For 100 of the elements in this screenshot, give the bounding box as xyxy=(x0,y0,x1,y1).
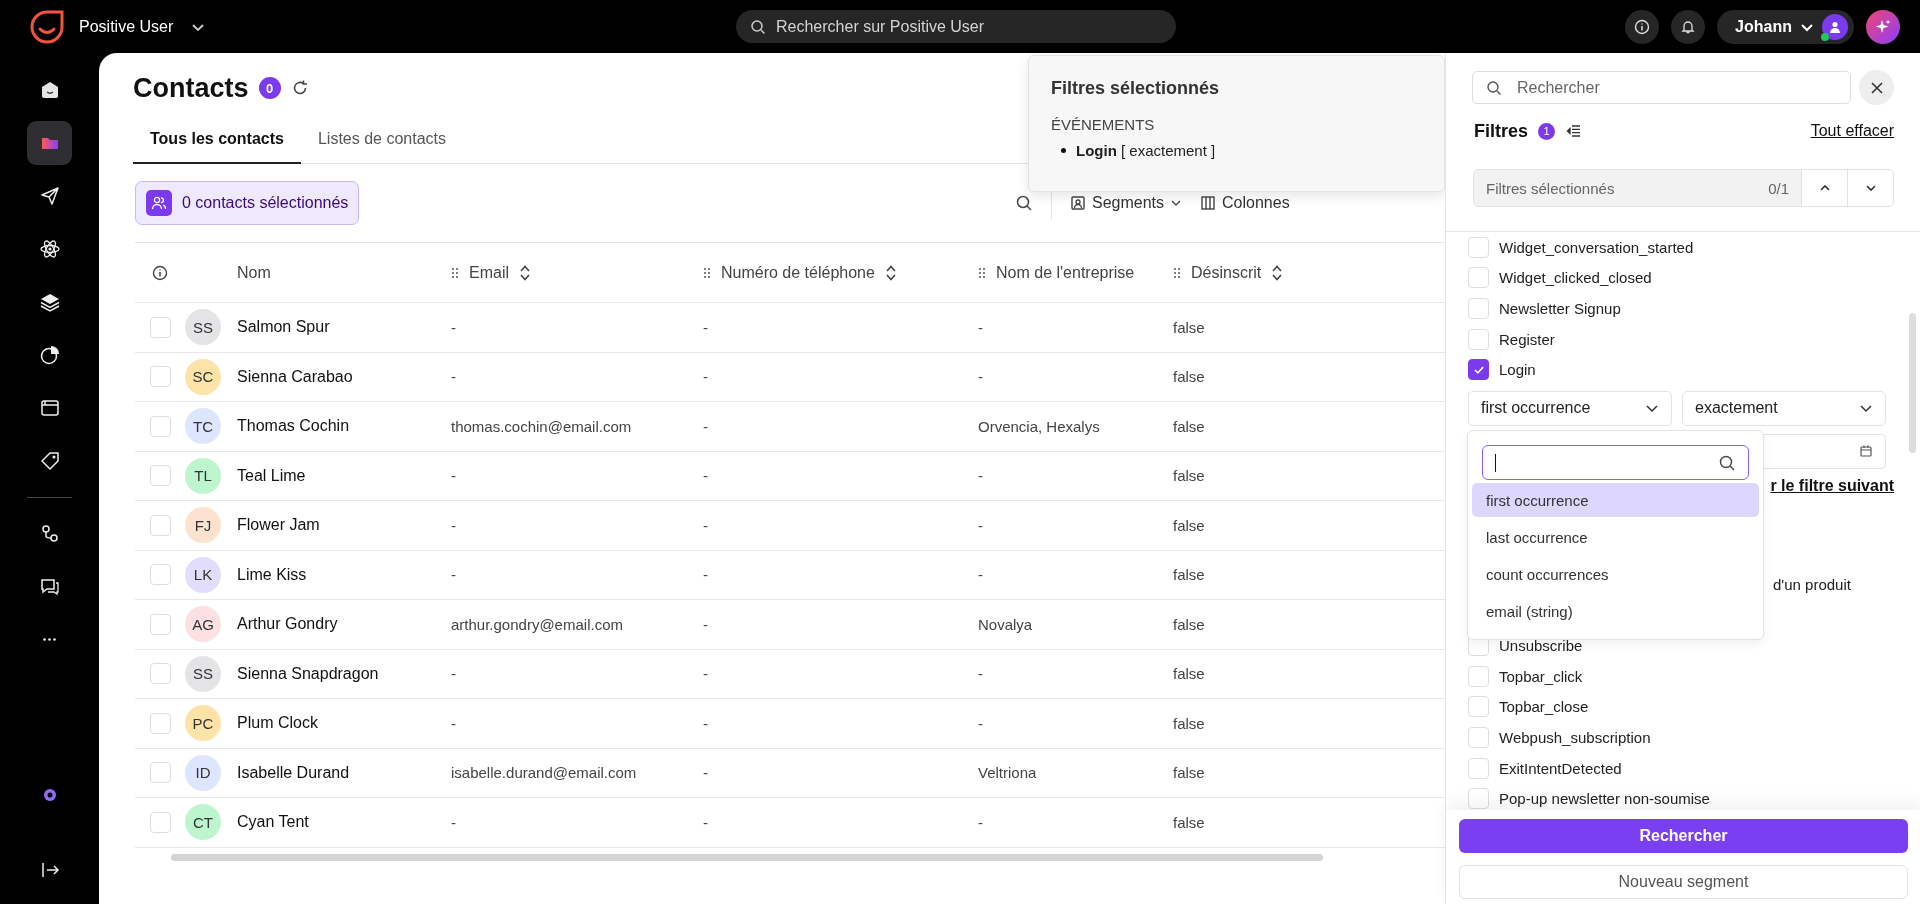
table-cell: - xyxy=(451,467,456,485)
row-checkbox[interactable] xyxy=(149,663,171,685)
table-cell: Flower Jam xyxy=(237,516,320,534)
drag-handle-icon[interactable] xyxy=(703,266,711,279)
table-cell: - xyxy=(978,566,983,584)
table-cell: false xyxy=(1173,615,1205,633)
column-header[interactable]: Désinscrit xyxy=(1191,263,1262,282)
column-header[interactable]: Email xyxy=(469,263,509,282)
table-cell: - xyxy=(703,714,708,732)
event-label: d'un produit xyxy=(1773,575,1851,593)
ai-assistant-button[interactable] xyxy=(1866,9,1900,44)
dropdown-option[interactable]: email (string) xyxy=(1472,594,1759,628)
table-cell: thomas.cochin@email.com xyxy=(451,417,632,435)
column-header[interactable]: Nom de l'entreprise xyxy=(996,263,1135,282)
table-cell: Salmon Spur xyxy=(237,318,330,336)
global-search-field[interactable]: Rechercher sur Positive User xyxy=(736,10,1176,43)
drag-handle-icon[interactable] xyxy=(978,266,986,279)
segments-dropdown[interactable]: Segments xyxy=(1070,194,1183,212)
bullet-icon xyxy=(1061,148,1066,153)
pie-icon xyxy=(38,344,61,366)
row-checkbox[interactable] xyxy=(149,564,171,586)
sort-icon[interactable] xyxy=(884,263,897,282)
tab[interactable]: Listes de contacts xyxy=(300,120,464,164)
table-cell: - xyxy=(703,417,708,435)
users-icon xyxy=(151,195,167,211)
row-checkbox[interactable] xyxy=(149,712,171,734)
table-cell: - xyxy=(703,566,708,584)
row-checkbox[interactable] xyxy=(149,762,171,784)
panel-title: Filtres xyxy=(1474,120,1529,142)
table-cell: false xyxy=(1173,813,1205,831)
table-cell: - xyxy=(703,615,708,633)
row-checkbox[interactable] xyxy=(149,465,171,487)
clear-all-link[interactable]: Tout effacer xyxy=(1810,122,1894,140)
new-segment-button[interactable]: Nouveau segment xyxy=(1459,865,1908,899)
dropdown-option[interactable]: count occurrences xyxy=(1472,557,1759,591)
scrollbar[interactable] xyxy=(171,853,1323,861)
row-checkbox[interactable] xyxy=(149,316,171,338)
table-cell: - xyxy=(978,467,983,485)
dropdown-option[interactable]: last occurrence xyxy=(1472,520,1759,554)
bell-icon xyxy=(1680,18,1697,35)
info-icon xyxy=(152,264,168,281)
row-checkbox[interactable] xyxy=(149,811,171,833)
collapse-list-icon[interactable] xyxy=(1565,123,1582,139)
table-cell: arthur.gondry@email.com xyxy=(451,615,623,633)
scrollbar[interactable] xyxy=(1909,313,1916,453)
search-button[interactable] xyxy=(1015,194,1033,212)
user-menu-button[interactable]: Johann xyxy=(1717,9,1854,44)
occurrence-select[interactable]: first occurrence xyxy=(1468,390,1672,426)
tab[interactable]: Tous les contacts xyxy=(133,120,301,164)
table-cell: Sienna Snapdragon xyxy=(237,664,379,682)
event-label: Newsletter Signup xyxy=(1499,300,1621,317)
column-header[interactable]: Numéro de téléphone xyxy=(721,263,875,282)
row-checkbox[interactable] xyxy=(149,613,171,635)
avatar: CT xyxy=(185,804,221,841)
next-filter-link[interactable]: r le filtre suivant xyxy=(1770,476,1894,495)
workspace-name[interactable]: Positive User xyxy=(79,17,174,36)
avatar: AG xyxy=(185,606,221,643)
event-label: Unsubscribe xyxy=(1499,637,1583,655)
sort-icon[interactable] xyxy=(519,263,531,282)
row-checkbox[interactable] xyxy=(149,514,171,536)
table-cell: - xyxy=(703,764,708,782)
row-checkbox[interactable] xyxy=(149,415,171,437)
avatar: SS xyxy=(185,309,221,346)
info-button[interactable] xyxy=(1625,9,1660,44)
table-cell: - xyxy=(451,566,456,584)
text-cursor xyxy=(1495,453,1496,472)
close-button[interactable] xyxy=(1859,70,1894,105)
dropdown-option[interactable]: first occurrence xyxy=(1472,483,1759,517)
event-checkbox[interactable] xyxy=(1468,359,1489,381)
table-cell: Lime Kiss xyxy=(237,565,307,583)
table-cell: false xyxy=(1173,318,1205,336)
table-cell: - xyxy=(451,368,456,386)
table-cell: false xyxy=(1173,665,1205,683)
event-label: Topbar_close xyxy=(1499,698,1589,716)
drag-handle-icon[interactable] xyxy=(451,266,459,279)
calendar-icon xyxy=(1859,444,1873,459)
person-icon xyxy=(1828,19,1842,34)
event-label: Widget_conversation_started xyxy=(1499,238,1694,256)
table-cell: - xyxy=(978,714,983,732)
notifications-button[interactable] xyxy=(1671,9,1706,44)
row-checkbox[interactable] xyxy=(149,366,171,388)
column-header[interactable]: Nom xyxy=(237,263,271,282)
columns-button[interactable]: Colonnes xyxy=(1200,194,1290,212)
logo-icon xyxy=(29,8,65,45)
info-icon xyxy=(1634,18,1651,35)
avatar: FJ xyxy=(185,507,221,544)
folder-nav-button[interactable] xyxy=(27,121,72,165)
table-cell: false xyxy=(1173,368,1205,386)
table-cell: - xyxy=(703,467,708,485)
dropdown-search-field[interactable] xyxy=(1482,445,1749,480)
drag-handle-icon[interactable] xyxy=(1173,266,1181,279)
table-cell: Veltriona xyxy=(978,764,1037,782)
search-submit-button[interactable]: Rechercher xyxy=(1459,819,1908,853)
table-cell: false xyxy=(1173,417,1205,435)
filter-search-field[interactable]: Rechercher xyxy=(1472,71,1851,104)
table-cell: Cyan Tent xyxy=(237,813,309,831)
table-cell: - xyxy=(703,813,708,831)
sort-icon[interactable] xyxy=(1271,263,1284,282)
operator-select[interactable]: exactement xyxy=(1682,390,1886,426)
table-cell: false xyxy=(1173,516,1205,534)
